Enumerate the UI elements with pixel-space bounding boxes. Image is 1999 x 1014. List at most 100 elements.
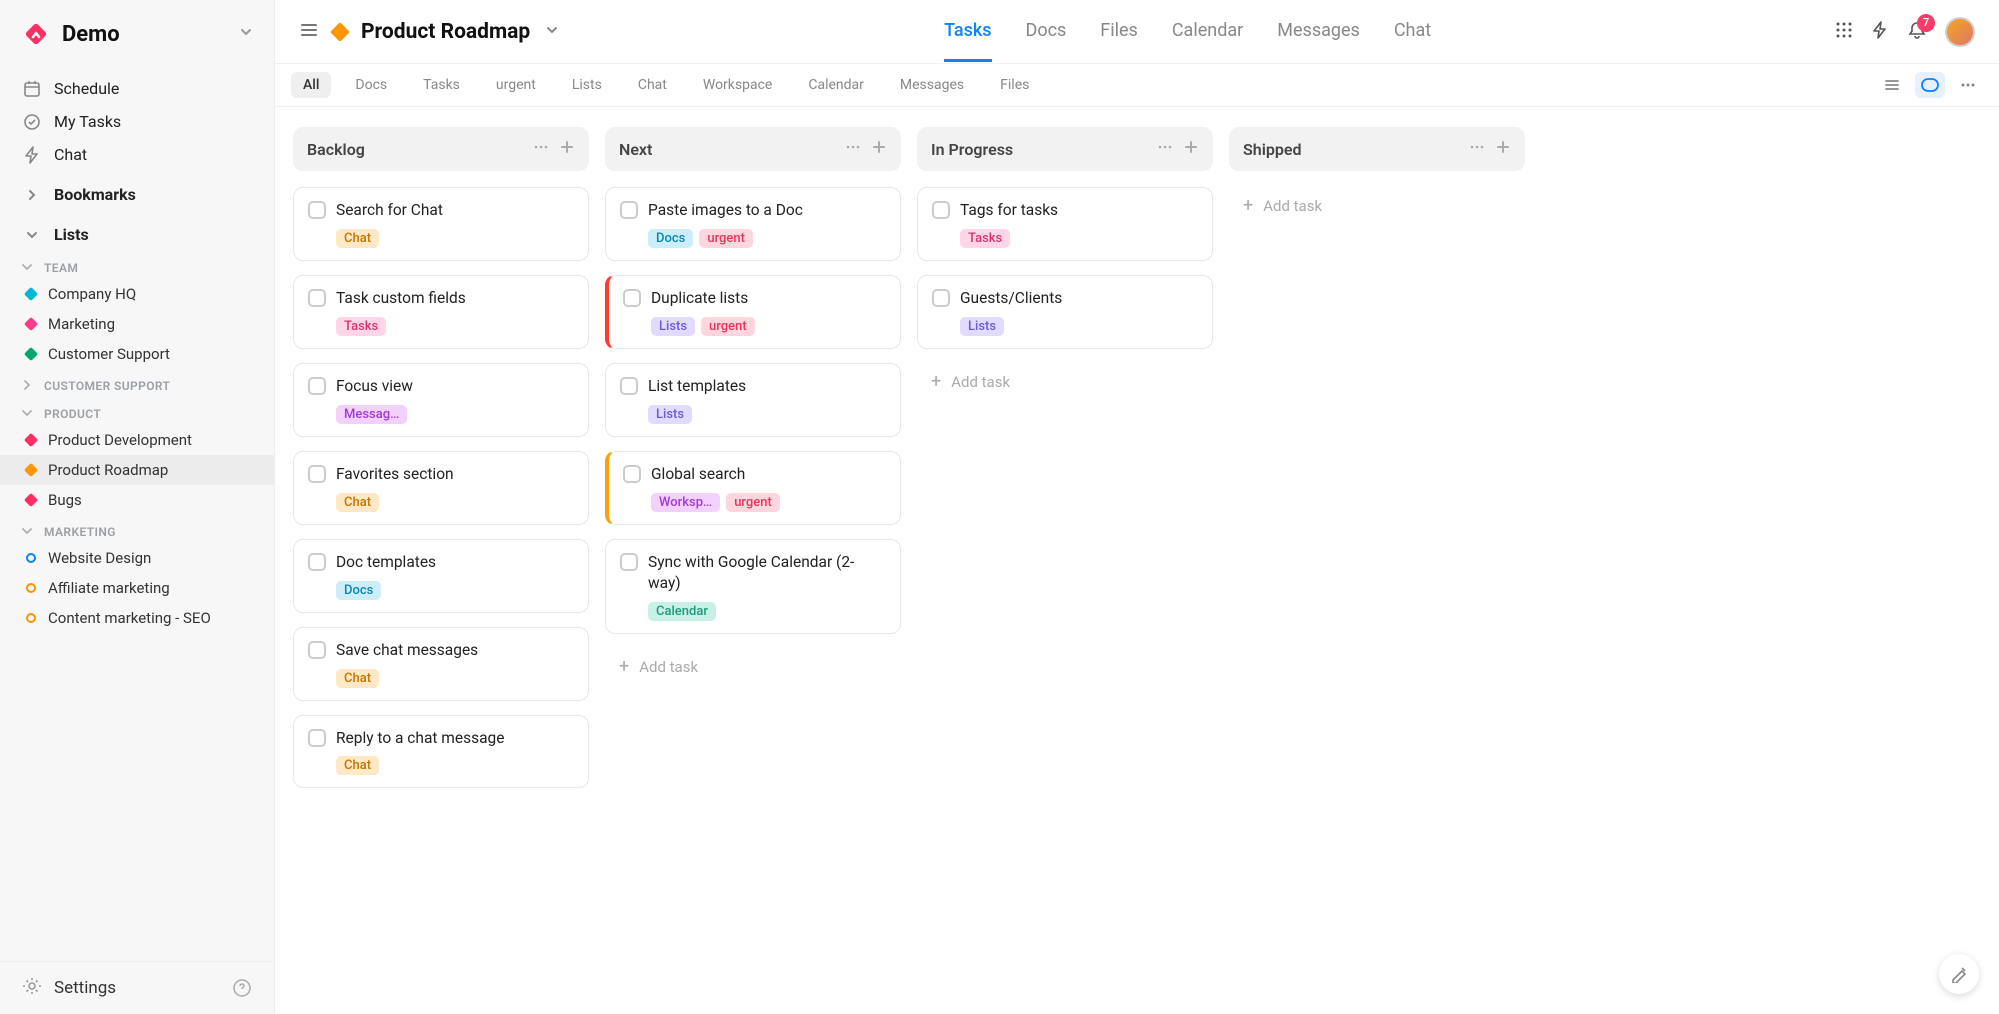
task-tag[interactable]: urgent	[699, 229, 753, 248]
tab[interactable]: Chat	[1394, 2, 1431, 62]
add-task-button[interactable]: +Add task	[917, 363, 1213, 401]
apps-grid-icon[interactable]	[1835, 21, 1853, 43]
filter-chip[interactable]: Files	[988, 72, 1041, 98]
filter-chip[interactable]: Calendar	[796, 72, 876, 98]
task-tag[interactable]: Tasks	[336, 317, 386, 336]
task-card[interactable]: Save chat messages Chat	[293, 627, 589, 701]
tab[interactable]: Files	[1100, 2, 1138, 62]
task-tag[interactable]: Docs	[336, 581, 381, 600]
task-tag[interactable]: Chat	[336, 493, 379, 512]
task-card[interactable]: Global search Worksp…urgent	[605, 451, 901, 525]
chevron-down-icon[interactable]	[544, 22, 560, 42]
bookmarks-section[interactable]: Bookmarks	[0, 171, 274, 211]
lists-section[interactable]: Lists	[0, 211, 274, 251]
add-task-button[interactable]: +Add task	[605, 648, 901, 686]
sidebar-list-item[interactable]: Product Development	[0, 425, 274, 455]
tab[interactable]: Calendar	[1172, 2, 1243, 62]
nav-item[interactable]: My Tasks	[0, 105, 274, 138]
task-card[interactable]: Doc templates Docs	[293, 539, 589, 613]
bell-icon[interactable]: 7	[1907, 20, 1927, 44]
task-checkbox[interactable]	[620, 553, 638, 571]
task-card[interactable]: Guests/Clients Lists	[917, 275, 1213, 349]
task-checkbox[interactable]	[620, 377, 638, 395]
task-card[interactable]: Paste images to a Doc Docsurgent	[605, 187, 901, 261]
sidebar-list-item[interactable]: Product Roadmap	[0, 455, 274, 485]
sidebar-list-item[interactable]: Marketing	[0, 309, 274, 339]
filter-chip[interactable]: Tasks	[411, 72, 472, 98]
task-tag[interactable]: Chat	[336, 756, 379, 775]
more-icon[interactable]	[1953, 72, 1983, 98]
task-card[interactable]: Reply to a chat message Chat	[293, 715, 589, 789]
page-title[interactable]: Product Roadmap	[361, 20, 530, 44]
list-view-icon[interactable]	[1877, 72, 1907, 98]
task-tag[interactable]: Messag…	[336, 405, 407, 424]
task-tag[interactable]: Tasks	[960, 229, 1010, 248]
task-tag[interactable]: urgent	[726, 493, 780, 512]
task-checkbox[interactable]	[308, 201, 326, 219]
task-checkbox[interactable]	[932, 201, 950, 219]
help-icon[interactable]	[232, 978, 252, 998]
plus-icon[interactable]	[871, 139, 887, 159]
tab[interactable]: Messages	[1277, 2, 1360, 62]
avatar[interactable]	[1945, 17, 1975, 47]
task-tag[interactable]: Lists	[651, 317, 695, 336]
section-header[interactable]: MARKETING	[0, 515, 274, 543]
task-tag[interactable]: Lists	[960, 317, 1004, 336]
filter-chip[interactable]: Lists	[560, 72, 614, 98]
task-checkbox[interactable]	[308, 641, 326, 659]
nav-item[interactable]: Chat	[0, 138, 274, 171]
task-card[interactable]: Sync with Google Calendar (2-way) Calend…	[605, 539, 901, 634]
section-header[interactable]: CUSTOMER SUPPORT	[0, 369, 274, 397]
more-icon[interactable]	[533, 139, 549, 159]
sidebar-list-item[interactable]: Customer Support	[0, 339, 274, 369]
task-checkbox[interactable]	[623, 289, 641, 307]
bolt-icon[interactable]	[1871, 21, 1889, 43]
tab[interactable]: Tasks	[944, 2, 991, 62]
sidebar-list-item[interactable]: Bugs	[0, 485, 274, 515]
task-card[interactable]: Tags for tasks Tasks	[917, 187, 1213, 261]
task-checkbox[interactable]	[308, 553, 326, 571]
filter-chip[interactable]: urgent	[484, 72, 548, 98]
task-checkbox[interactable]	[620, 201, 638, 219]
section-header[interactable]: PRODUCT	[0, 397, 274, 425]
add-task-button[interactable]: +Add task	[1229, 187, 1525, 225]
nav-item[interactable]: Schedule	[0, 72, 274, 105]
task-checkbox[interactable]	[623, 465, 641, 483]
task-tag[interactable]: Lists	[648, 405, 692, 424]
task-card[interactable]: Duplicate lists Listsurgent	[605, 275, 901, 349]
sidebar-list-item[interactable]: Affiliate marketing	[0, 573, 274, 603]
task-card[interactable]: Search for Chat Chat	[293, 187, 589, 261]
tab[interactable]: Docs	[1026, 2, 1067, 62]
plus-icon[interactable]	[559, 139, 575, 159]
compose-fab[interactable]	[1939, 954, 1979, 994]
filter-chip[interactable]: Docs	[343, 72, 399, 98]
task-card[interactable]: List templates Lists	[605, 363, 901, 437]
task-checkbox[interactable]	[308, 377, 326, 395]
task-checkbox[interactable]	[308, 465, 326, 483]
task-checkbox[interactable]	[308, 729, 326, 747]
task-checkbox[interactable]	[932, 289, 950, 307]
sidebar-list-item[interactable]: Website Design	[0, 543, 274, 573]
task-card[interactable]: Focus view Messag…	[293, 363, 589, 437]
task-checkbox[interactable]	[308, 289, 326, 307]
task-tag[interactable]: Docs	[648, 229, 693, 248]
task-tag[interactable]: Worksp…	[651, 493, 720, 512]
settings-link[interactable]: Settings	[54, 978, 220, 998]
more-icon[interactable]	[1469, 139, 1485, 159]
section-header[interactable]: TEAM	[0, 251, 274, 279]
task-card[interactable]: Task custom fields Tasks	[293, 275, 589, 349]
task-tag[interactable]: Calendar	[648, 602, 716, 621]
task-tag[interactable]: Chat	[336, 669, 379, 688]
menu-icon[interactable]	[299, 20, 319, 44]
task-tag[interactable]: urgent	[701, 317, 755, 336]
filter-chip[interactable]: Workspace	[691, 72, 785, 98]
plus-icon[interactable]	[1183, 139, 1199, 159]
plus-icon[interactable]	[1495, 139, 1511, 159]
workspace-switcher[interactable]: Demo	[0, 0, 274, 68]
more-icon[interactable]	[845, 139, 861, 159]
sidebar-list-item[interactable]: Company HQ	[0, 279, 274, 309]
more-icon[interactable]	[1157, 139, 1173, 159]
sidebar-list-item[interactable]: Content marketing - SEO	[0, 603, 274, 633]
filter-chip[interactable]: Messages	[888, 72, 976, 98]
board-view-icon[interactable]	[1915, 72, 1945, 98]
